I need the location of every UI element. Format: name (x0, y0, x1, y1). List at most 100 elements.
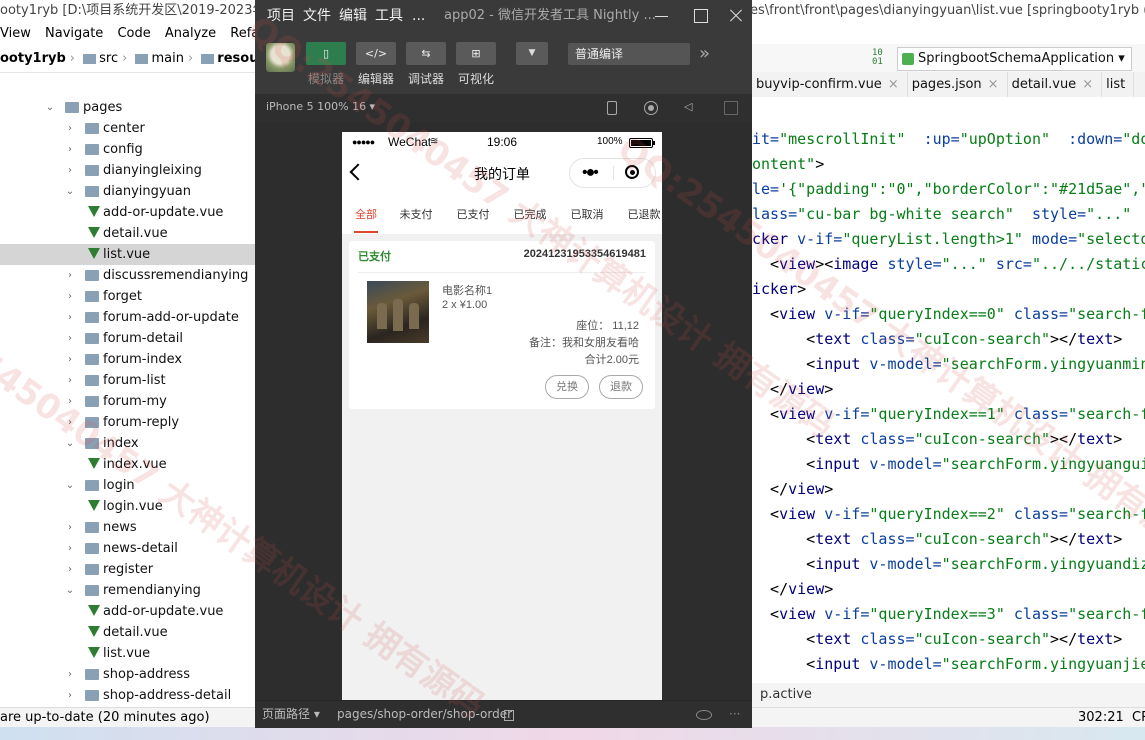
route-label[interactable]: 页面路径 ▾ (262, 701, 320, 728)
minimize-icon[interactable] (643, 0, 679, 32)
record-icon[interactable] (644, 101, 658, 115)
tree-folder[interactable]: ⌄ remendianying (0, 580, 255, 601)
breadcrumb-src[interactable]: src (99, 51, 118, 66)
tree-folder[interactable]: › news-detail (0, 538, 255, 559)
chevron-right-icon[interactable]: › (65, 349, 75, 370)
tab-refunded[interactable]: 已退款 (627, 196, 661, 234)
tree-folder[interactable]: ⌄ index (0, 433, 255, 454)
menu-analyze[interactable]: Analyze (165, 26, 216, 41)
chevron-right-icon[interactable]: › (65, 685, 75, 706)
run-config-select[interactable]: SpringbootSchemaApplication ▾ (897, 47, 1132, 71)
chevron-right-icon[interactable]: › (65, 286, 75, 307)
simulator-button[interactable]: ▯ (306, 42, 346, 65)
close-icon[interactable]: × (988, 77, 999, 92)
editor-button[interactable]: </> (356, 42, 396, 65)
chevron-right-icon[interactable]: › (65, 559, 75, 580)
chevron-right-icon[interactable]: › (65, 370, 75, 391)
debugger-button[interactable]: ⇆ (406, 42, 446, 65)
tree-folder[interactable]: › forum-index (0, 349, 255, 370)
breadcrumb-project[interactable]: ooty1ryb (0, 51, 66, 66)
tree-folder[interactable]: › forum-my (0, 391, 255, 412)
menu-view[interactable]: View (0, 26, 31, 41)
tree-folder[interactable]: › register (0, 559, 255, 580)
chevron-right-icon[interactable]: › (65, 538, 75, 559)
maximize-icon[interactable] (682, 0, 718, 32)
copy-icon[interactable] (504, 710, 514, 721)
sound-icon[interactable]: ◁ (684, 101, 696, 113)
close-icon[interactable]: × (888, 77, 899, 92)
chevron-down-icon[interactable]: ⌄ (45, 97, 55, 118)
breadcrumb-resources[interactable]: resources (217, 51, 255, 66)
chevron-down-icon[interactable]: ⌄ (65, 433, 75, 454)
tree-folder[interactable]: › dianyingleixing (0, 160, 255, 181)
menu-navigate[interactable]: Navigate (45, 26, 103, 41)
tree-folder[interactable]: ⌄ pages (0, 97, 255, 118)
more-dots-icon[interactable]: •●• (582, 159, 599, 187)
close-miniprogram-icon[interactable] (625, 165, 639, 179)
chevron-right-icon[interactable]: › (65, 328, 75, 349)
menu-file[interactable]: 文件 (303, 0, 331, 32)
tree-folder[interactable]: › shop-address-detail (0, 685, 255, 706)
tree-folder[interactable]: › discussremendianying (0, 265, 255, 286)
chevron-down-icon[interactable]: ▼ (516, 42, 548, 65)
visual-button[interactable]: ⊞ (456, 42, 496, 65)
chevron-right-icon[interactable]: › (65, 307, 75, 328)
chevron-down-icon[interactable]: ⌄ (65, 181, 75, 202)
device-select[interactable]: iPhone 5 100% 16 ▾ (266, 94, 375, 120)
close-icon[interactable]: × (1082, 77, 1093, 92)
tab-all[interactable]: 全部 (354, 196, 378, 234)
tab-pages-json[interactable]: pages.json × (908, 72, 1008, 97)
tree-folder[interactable]: › forget (0, 286, 255, 307)
tree-folder[interactable]: › center (0, 118, 255, 139)
tree-file[interactable]: detail.vue (0, 622, 255, 643)
refund-button[interactable]: 退款 (599, 375, 643, 399)
tree-folder[interactable]: › shop-address (0, 664, 255, 685)
tree-folder[interactable]: › forum-list (0, 370, 255, 391)
more-icon[interactable]: » (699, 43, 710, 65)
tab-completed[interactable]: 已完成 (513, 196, 547, 234)
chevron-right-icon[interactable]: › (65, 139, 75, 160)
compile-mode-select[interactable]: 普通编译 (568, 43, 690, 65)
chevron-right-icon[interactable]: › (65, 412, 75, 433)
menu-edit[interactable]: 编辑 (339, 0, 367, 32)
phone-icon[interactable] (607, 101, 617, 115)
avatar[interactable] (266, 43, 295, 72)
tree-file[interactable]: index.vue (0, 454, 255, 475)
menu-project[interactable]: 项目 (267, 0, 295, 32)
tab-buyvip-confirm[interactable]: buyvip-confirm.vue × (752, 72, 908, 97)
more-icon[interactable]: ··· (729, 701, 740, 728)
chevron-down-icon[interactable]: ⌄ (65, 475, 75, 496)
eye-icon[interactable] (696, 710, 712, 720)
tree-folder[interactable]: ⌄ dianyingyuan (0, 181, 255, 202)
menu-refactor[interactable]: Refactor (230, 26, 255, 41)
tree-file[interactable]: add-or-update.vue (0, 601, 255, 622)
menu-tools[interactable]: 工具 (375, 0, 403, 32)
chevron-right-icon[interactable]: › (65, 118, 75, 139)
tab-detail-vue[interactable]: detail.vue × (1008, 72, 1103, 97)
close-icon[interactable] (718, 0, 754, 32)
tab-cancelled[interactable]: 已取消 (570, 196, 604, 234)
tab-unpaid[interactable]: 未支付 (399, 196, 433, 234)
chevron-right-icon[interactable]: › (65, 664, 75, 685)
tab-paid[interactable]: 已支付 (456, 196, 490, 234)
tree-folder[interactable]: › config (0, 139, 255, 160)
chevron-right-icon[interactable]: › (65, 265, 75, 286)
order-card[interactable]: 已支付 20241231953354619481 电影名称1 2 x ¥1.00… (349, 241, 655, 409)
tree-folder[interactable]: › forum-add-or-update (0, 307, 255, 328)
tree-folder[interactable]: › forum-detail (0, 328, 255, 349)
chevron-right-icon[interactable]: › (65, 517, 75, 538)
cursor-position[interactable]: 302:21 CR (1078, 708, 1145, 728)
tree-file[interactable]: list.vue (0, 244, 255, 265)
menu-more[interactable]: ... (412, 0, 425, 32)
breadcrumb-main[interactable]: main (151, 51, 183, 66)
chevron-down-icon[interactable]: ⌄ (65, 580, 75, 601)
exchange-button[interactable]: 兑换 (545, 375, 589, 399)
window-icon[interactable] (724, 101, 738, 115)
tree-file[interactable]: detail.vue (0, 223, 255, 244)
tree-file[interactable]: add-or-update.vue (0, 202, 255, 223)
code-editor[interactable]: it="mescrollInit" :up="upOption" :down="… (752, 97, 1145, 683)
tree-folder[interactable]: ⌄ login (0, 475, 255, 496)
chevron-right-icon[interactable]: › (65, 160, 75, 181)
tab-list[interactable]: list (1102, 72, 1135, 97)
tree-folder[interactable]: › news (0, 517, 255, 538)
